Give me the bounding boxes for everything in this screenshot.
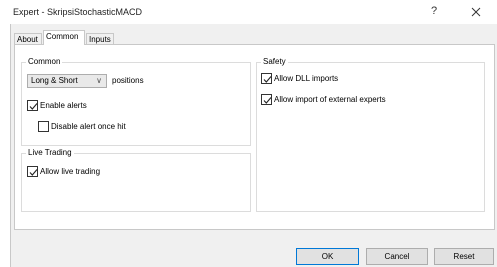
positions-label: positions — [112, 76, 144, 85]
enable-alerts-checkbox[interactable] — [27, 100, 38, 111]
allow-live-label: Allow live trading — [40, 167, 101, 176]
checkmark-icon — [29, 103, 38, 110]
disable-alert-checkbox[interactable] — [38, 121, 49, 132]
close-icon — [471, 7, 481, 16]
checkmark-icon — [263, 76, 272, 83]
positions-select[interactable]: Long & Short ∨ — [27, 74, 107, 88]
group-live-trading-title: Live Trading — [26, 148, 74, 157]
checkmark-icon — [29, 169, 38, 176]
group-common-title: Common — [26, 57, 63, 66]
ok-button[interactable]: OK — [296, 248, 359, 265]
allow-live-checkbox[interactable] — [27, 166, 38, 177]
allow-dll-label: Allow DLL imports — [274, 74, 339, 83]
cancel-button[interactable]: Cancel — [366, 248, 428, 265]
enable-alerts-label: Enable alerts — [40, 101, 87, 110]
allow-external-checkbox[interactable] — [261, 94, 272, 105]
chevron-down-icon: ∨ — [96, 76, 102, 85]
checkmark-icon — [263, 97, 272, 104]
allow-external-label: Allow import of external experts — [274, 95, 386, 104]
disable-alert-label: Disable alert once hit — [51, 122, 126, 131]
group-safety: Safety — [256, 57, 485, 212]
window-title: Expert - SkripsiStochasticMACD — [13, 7, 143, 17]
allow-dll-checkbox[interactable] — [261, 73, 272, 84]
help-button[interactable]: ? — [424, 2, 444, 20]
tab-common[interactable]: Common — [43, 30, 85, 45]
close-button[interactable] — [464, 2, 488, 20]
positions-select-value: Long & Short — [31, 76, 78, 85]
reset-button[interactable]: Reset — [434, 248, 494, 265]
group-safety-title: Safety — [261, 57, 288, 66]
title-bar: Expert - SkripsiStochasticMACD ? — [0, 0, 497, 24]
group-live-trading: Live Trading — [21, 148, 251, 212]
